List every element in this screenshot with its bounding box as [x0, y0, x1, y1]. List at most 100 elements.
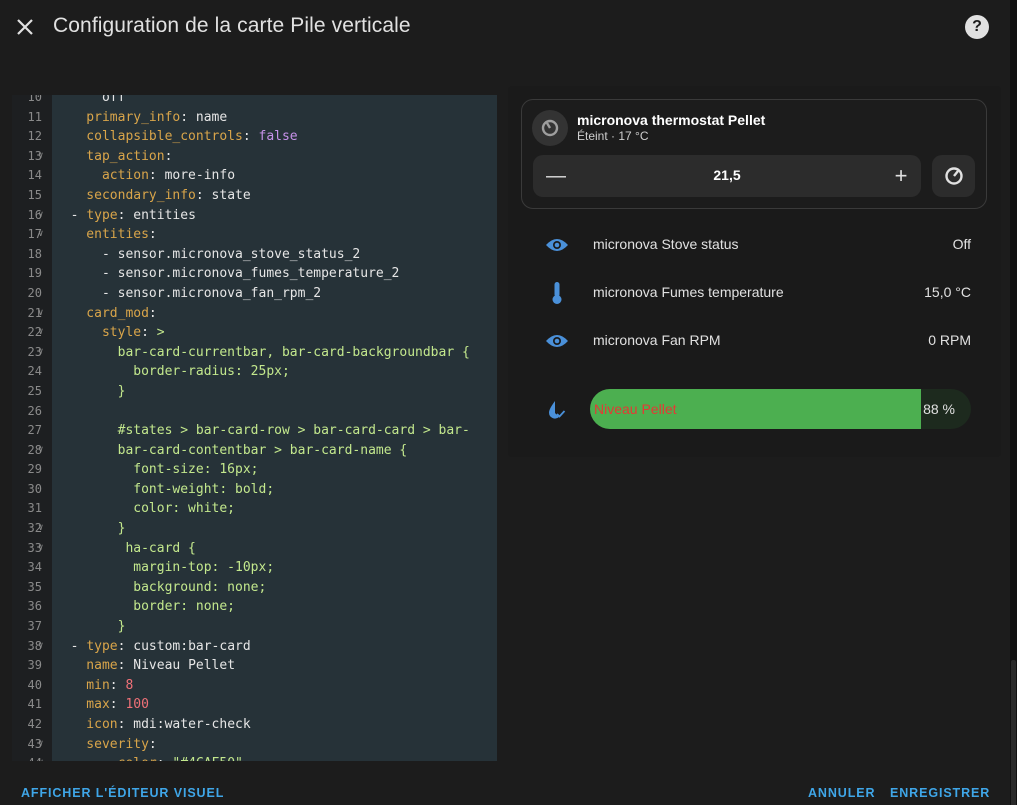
fold-chevron-icon[interactable]: ∨	[38, 323, 43, 343]
code-line[interactable]: 22 ∨ style: >	[12, 323, 497, 343]
code-line[interactable]: 25 }	[12, 382, 497, 402]
code-line[interactable]: 44∨ - color: "#4CAF50"	[12, 754, 497, 761]
fold-chevron-icon[interactable]: ∨	[38, 225, 43, 245]
entity-row-stove-status[interactable]: micronova Stove status Off	[521, 224, 987, 264]
entity-row-fan-rpm[interactable]: micronova Fan RPM 0 RPM	[521, 320, 987, 360]
hvac-mode-button[interactable]	[932, 155, 975, 197]
code-token: border: none;	[55, 599, 236, 615]
code-token: type	[86, 638, 118, 654]
code-line[interactable]: 42 icon: mdi:water-check	[12, 715, 497, 735]
code-line[interactable]: 14 action: more-info	[12, 166, 497, 186]
fold-chevron-icon[interactable]: ∨	[38, 343, 43, 363]
fold-chevron-icon[interactable]: ∨	[38, 539, 43, 559]
code-line[interactable]: 32 ∨ }	[12, 519, 497, 539]
show-visual-editor-button[interactable]: AFFICHER L'ÉDITEUR VISUEL	[21, 786, 224, 800]
close-button[interactable]	[10, 12, 40, 42]
code-line[interactable]: 16 ∨ - type: entities	[12, 206, 497, 226]
code-token: bar-card-currentbar, bar-card-background…	[55, 344, 470, 360]
code-line[interactable]: 26	[12, 402, 497, 422]
pellet-level-bar-card[interactable]: Niveau Pellet 88 %	[521, 388, 987, 430]
fold-chevron-icon[interactable]: ∨	[38, 519, 43, 539]
code-text: off	[55, 95, 126, 108]
code-token: - sensor.micronova_fan_rpm_2	[55, 285, 322, 301]
code-line[interactable]: 19 - sensor.micronova_fumes_temperature_…	[12, 264, 497, 284]
code-line[interactable]: 27 #states > bar-card-row > bar-card-car…	[12, 421, 497, 441]
fold-chevron-icon[interactable]: ∨	[38, 304, 43, 324]
code-line[interactable]: 24 border-radius: 25px;	[12, 362, 497, 382]
fold-chevron-icon[interactable]: ∨	[38, 754, 43, 761]
page-scrollbar-thumb[interactable]	[1011, 660, 1016, 805]
code-token: entities	[55, 227, 149, 243]
decrease-temperature-button[interactable]: —	[543, 163, 569, 189]
code-text: collapsible_controls: false	[55, 127, 297, 147]
code-line[interactable]: 28 ∨ bar-card-contentbar > bar-card-name …	[12, 441, 497, 461]
thermostat-name: micronova thermostat Pellet	[577, 112, 766, 128]
code-line[interactable]: 30 font-weight: bold;	[12, 480, 497, 500]
entity-name: micronova Stove status	[593, 236, 739, 252]
cancel-button[interactable]: ANNULER	[808, 786, 875, 800]
fold-chevron-icon[interactable]: ∨	[38, 637, 43, 657]
code-line[interactable]: 33 ∨ ha-card {	[12, 539, 497, 559]
code-line[interactable]: 43 ∨ severity:	[12, 735, 497, 755]
code-line[interactable]: 18 - sensor.micronova_stove_status_2	[12, 245, 497, 265]
code-token: :	[164, 148, 173, 164]
code-token: }	[55, 383, 126, 399]
code-token: tap_action	[55, 148, 165, 164]
code-line[interactable]: 12 collapsible_controls: false	[12, 127, 497, 147]
code-text: #states > bar-card-row > bar-card-card >…	[55, 421, 470, 441]
code-line[interactable]: 21 ∨ card_mod:	[12, 304, 497, 324]
code-line[interactable]: 10 off	[12, 95, 497, 108]
line-number: 25	[27, 383, 42, 398]
code-token: -	[55, 207, 87, 223]
code-line[interactable]: 13 ∨ tap_action:	[12, 147, 497, 167]
fold-chevron-icon[interactable]: ∨	[38, 441, 43, 461]
code-text: font-weight: bold;	[55, 480, 274, 500]
code-line[interactable]: 29 font-size: 16px;	[12, 460, 497, 480]
code-line[interactable]: 36 border: none;	[12, 597, 497, 617]
code-line[interactable]: 17 ∨ entities:	[12, 225, 497, 245]
fold-chevron-icon[interactable]: ∨	[38, 147, 43, 167]
code-line[interactable]: 35 background: none;	[12, 578, 497, 598]
fold-chevron-icon[interactable]: ∨	[38, 735, 43, 755]
entity-row-fumes-temperature[interactable]: micronova Fumes temperature 15,0 °C	[521, 272, 987, 312]
code-token: :	[157, 756, 173, 761]
code-text: - sensor.micronova_fan_rpm_2	[55, 284, 321, 304]
code-token: : entities	[117, 207, 196, 223]
code-token: font-size: 16px;	[55, 462, 259, 478]
increase-temperature-button[interactable]: +	[888, 163, 914, 189]
code-line[interactable]: 23 ∨ bar-card-currentbar, bar-card-backgr…	[12, 343, 497, 363]
save-button[interactable]: ENREGISTRER	[890, 786, 990, 800]
code-text: - sensor.micronova_fumes_temperature_2	[55, 264, 399, 284]
code-line[interactable]: 34 margin-top: -10px;	[12, 558, 497, 578]
code-token: bar-card-contentbar > bar-card-name {	[55, 442, 408, 458]
code-line[interactable]: 40 min: 8	[12, 676, 497, 696]
fold-chevron-icon[interactable]: ∨	[38, 206, 43, 226]
thermostat-card[interactable]: micronova thermostat Pellet Éteint · 17 …	[521, 99, 987, 209]
thermostat-icon[interactable]	[532, 110, 568, 146]
page-scrollbar[interactable]	[1010, 60, 1017, 805]
code-line[interactable]: 38 ∨ - type: custom:bar-card	[12, 637, 497, 657]
code-line[interactable]: 15 secondary_info: state	[12, 186, 497, 206]
code-line[interactable]: 11 primary_info: name	[12, 108, 497, 128]
line-number: 20	[27, 285, 42, 300]
code-token: border-radius: 25px;	[55, 364, 290, 380]
code-token: -	[55, 638, 87, 654]
yaml-code-editor[interactable]: 10 off 11 primary_info: name 12 collapsibl…	[12, 95, 497, 761]
help-button[interactable]: ?	[965, 15, 989, 39]
code-line[interactable]: 41 max: 100	[12, 695, 497, 715]
code-line[interactable]: 31 color: white;	[12, 499, 497, 519]
code-line[interactable]: 39 name: Niveau Pellet	[12, 656, 497, 676]
code-token: min	[55, 677, 110, 693]
close-icon	[17, 19, 33, 35]
pellet-level-name: Niveau Pellet	[594, 401, 677, 417]
code-line[interactable]: 37 }	[12, 617, 497, 637]
code-token: #states > bar-card-row > bar-card-card >…	[55, 423, 470, 439]
code-line[interactable]: 20 - sensor.micronova_fan_rpm_2	[12, 284, 497, 304]
code-text: - type: custom:bar-card	[55, 637, 251, 657]
code-text: tap_action:	[55, 147, 172, 167]
code-text: entities:	[55, 225, 156, 245]
card-config-dialog: Configuration de la carte Pile verticale…	[0, 0, 1010, 805]
code-text: secondary_info: state	[55, 186, 250, 206]
code-token: collapsible_controls	[55, 129, 243, 145]
code-token: severity	[55, 736, 149, 752]
